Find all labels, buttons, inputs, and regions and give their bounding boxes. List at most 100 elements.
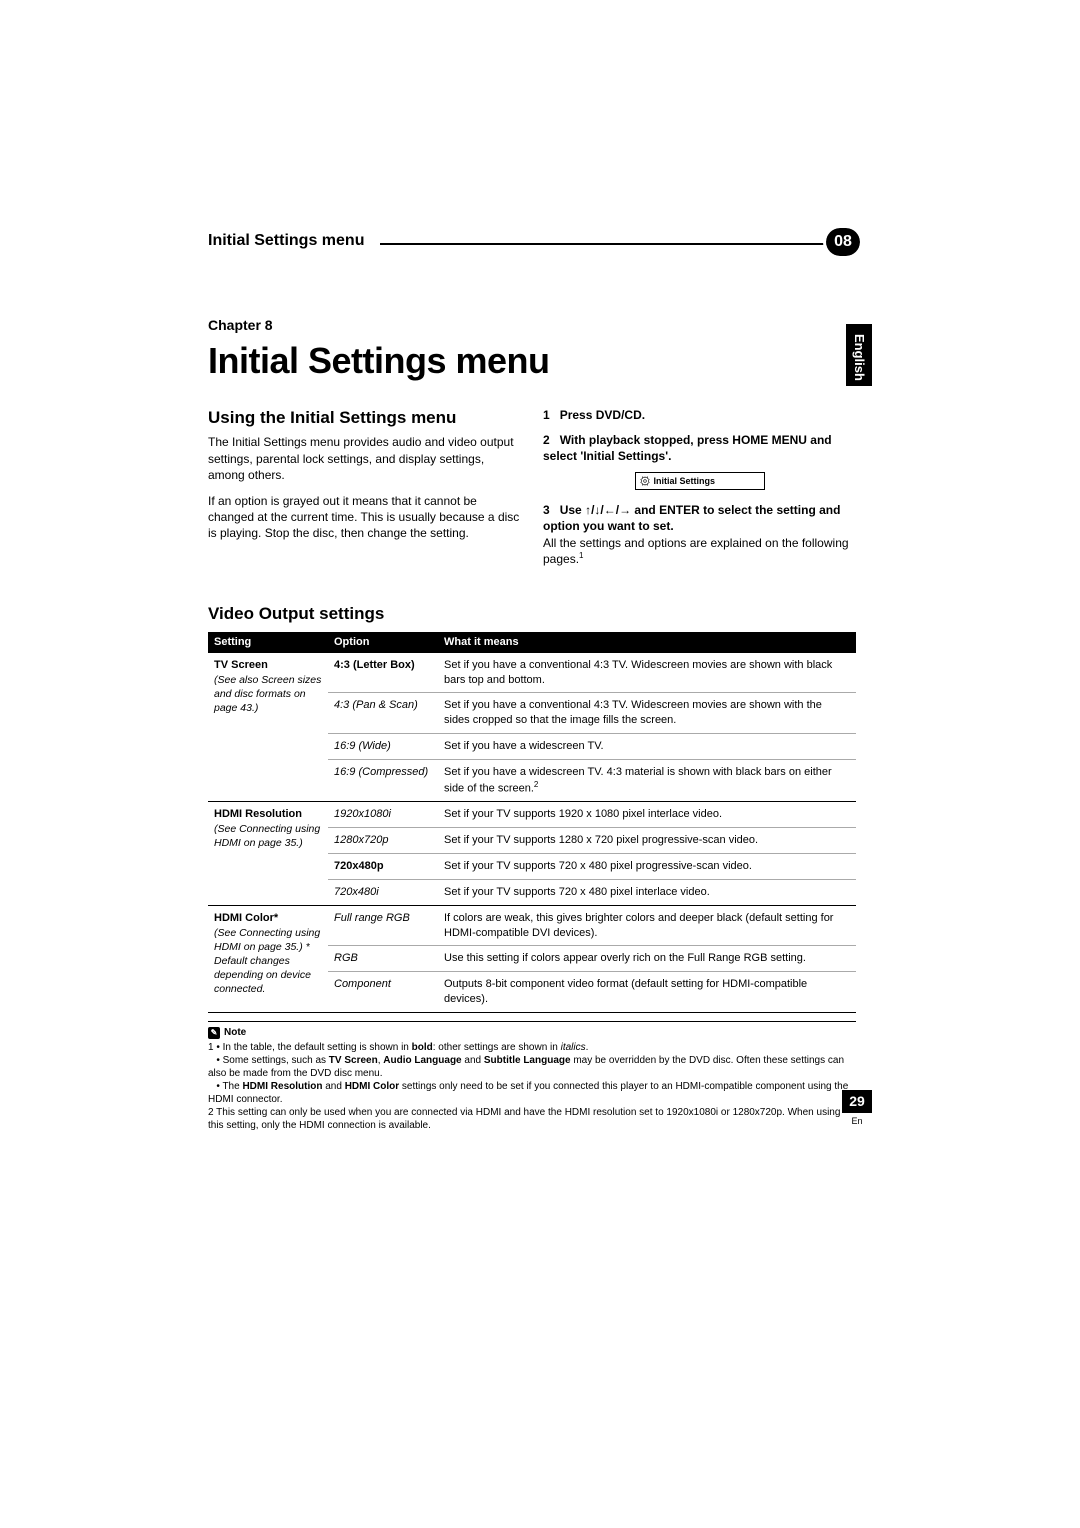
step-1-text: Press DVD/CD. xyxy=(560,408,645,422)
n1d: italics xyxy=(561,1042,586,1053)
setting-subnote: (See also Screen sizes and disc formats … xyxy=(214,673,322,716)
step-3-footref: 1 xyxy=(579,551,583,560)
setting-title: HDMI Color* xyxy=(214,912,278,924)
setting-subnote: (See Connecting using HDMI on page 35.) … xyxy=(214,926,322,997)
option-cell: 1280x720p xyxy=(328,828,438,854)
arrow-icons: ↑/↓/←/→ xyxy=(585,503,631,517)
n1c: : other settings are shown in xyxy=(433,1042,561,1053)
video-output-table: Setting Option What it means TV Screen (S… xyxy=(208,632,856,1013)
col-setting: Setting xyxy=(208,632,328,653)
page-locale: En xyxy=(842,1113,872,1127)
n1f: • Some settings, such as xyxy=(216,1055,328,1066)
setting-title: HDMI Resolution xyxy=(214,808,302,820)
meaning-cell: Set if your TV supports 1920 x 1080 pixe… xyxy=(438,802,856,828)
note-block: ✎ Note 1 • In the table, the default set… xyxy=(208,1021,856,1133)
step-2-text: With playback stopped, press HOME MENU a… xyxy=(543,433,832,463)
option-text: Full range RGB xyxy=(334,912,410,924)
meaning-cell: Set if you have a widescreen TV. 4:3 mat… xyxy=(438,759,856,801)
n1k: Subtitle Language xyxy=(484,1055,571,1066)
step-1: 1 Press DVD/CD. xyxy=(543,407,856,423)
step-1-num: 1 xyxy=(543,408,550,422)
option-text: 1280x720p xyxy=(334,834,388,846)
option-text: 4:3 (Letter Box) xyxy=(334,659,415,671)
setting-cell: HDMI Resolution (See Connecting using HDM… xyxy=(208,802,328,905)
osd-initial-settings-box: Initial Settings xyxy=(635,472,765,490)
option-cell: 720x480i xyxy=(328,879,438,905)
note-2: 2 This setting can only be used when you… xyxy=(208,1106,856,1132)
table-row: TV Screen(See also Screen sizes and disc… xyxy=(208,653,856,693)
option-cell: 16:9 (Wide) xyxy=(328,734,438,760)
n1a: 1 • In the table, the default setting is… xyxy=(208,1042,412,1053)
left-column: Using the Initial Settings menu The Init… xyxy=(208,407,521,574)
setting-title: TV Screen xyxy=(214,659,268,671)
step-3-num: 3 xyxy=(543,503,550,517)
gear-icon xyxy=(640,476,650,486)
meaning-cell: If colors are weak, this gives brighter … xyxy=(438,905,856,946)
col-meaning: What it means xyxy=(438,632,856,653)
option-cell: Full range RGB xyxy=(328,905,438,946)
footref: 2 xyxy=(534,780,538,789)
n1o: and xyxy=(322,1081,344,1092)
meaning-cell: Use this setting if colors appear overly… xyxy=(438,946,856,972)
option-text: Component xyxy=(334,978,391,990)
setting-subnote: (See Connecting using HDMI on page 35.) xyxy=(214,822,322,850)
option-text: 720x480p xyxy=(334,860,384,872)
option-text: 4:3 (Pan & Scan) xyxy=(334,699,418,711)
meaning-cell: Set if you have a widescreen TV. xyxy=(438,734,856,760)
chapter-title: Initial Settings menu xyxy=(208,337,856,386)
meaning-cell: Set if you have a conventional 4:3 TV. W… xyxy=(438,653,856,693)
step-3-a: Use xyxy=(560,503,585,517)
col-option: Option xyxy=(328,632,438,653)
meaning-cell: Set if you have a conventional 4:3 TV. W… xyxy=(438,693,856,734)
option-text: 1920x1080i xyxy=(334,808,391,820)
option-cell: Component xyxy=(328,972,438,1013)
note-1: 1 • In the table, the default setting is… xyxy=(208,1041,856,1106)
header-title: Initial Settings menu xyxy=(200,230,380,252)
step-2: 2 With playback stopped, press HOME MENU… xyxy=(543,432,856,464)
using-p1: The Initial Settings menu provides audio… xyxy=(208,434,521,483)
n1n: HDMI Resolution xyxy=(242,1081,322,1092)
chapter-label: Chapter 8 xyxy=(208,316,856,335)
note-icon: ✎ xyxy=(208,1027,220,1039)
meaning-cell: Set if your TV supports 720 x 480 pixel … xyxy=(438,853,856,879)
option-cell: 4:3 (Letter Box) xyxy=(328,653,438,693)
note-label-text: Note xyxy=(224,1026,246,1039)
option-cell: 720x480p xyxy=(328,853,438,879)
step-3: 3 Use ↑/↓/←/→ and ENTER to select the se… xyxy=(543,502,856,567)
using-heading: Using the Initial Settings menu xyxy=(208,407,521,430)
option-text: 720x480i xyxy=(334,886,379,898)
n1p: HDMI Color xyxy=(345,1081,399,1092)
meaning-cell: Set if your TV supports 1280 x 720 pixel… xyxy=(438,828,856,854)
n1j: and xyxy=(462,1055,484,1066)
option-cell: RGB xyxy=(328,946,438,972)
meaning-cell: Set if your TV supports 720 x 480 pixel … xyxy=(438,879,856,905)
step-3-desc: All the settings and options are explain… xyxy=(543,536,849,566)
video-output-heading: Video Output settings xyxy=(208,603,856,626)
page-number: 29 xyxy=(842,1090,872,1113)
option-text: 16:9 (Compressed) xyxy=(334,766,428,778)
chapter-number-badge: 08 xyxy=(826,228,860,256)
n1i: Audio Language xyxy=(383,1055,461,1066)
step-2-num: 2 xyxy=(543,433,550,447)
page-number-box: 29 En xyxy=(842,1090,872,1127)
osd-label: Initial Settings xyxy=(654,475,716,487)
table-header-row: Setting Option What it means xyxy=(208,632,856,653)
n1e: . xyxy=(586,1042,589,1053)
setting-cell: HDMI Color* (See Connecting using HDMI on… xyxy=(208,905,328,1012)
n1g: TV Screen xyxy=(329,1055,378,1066)
table-row: HDMI Color*(See Connecting using HDMI on… xyxy=(208,905,856,946)
option-text: 16:9 (Wide) xyxy=(334,740,391,752)
option-text: RGB xyxy=(334,952,358,964)
option-cell: 16:9 (Compressed) xyxy=(328,759,438,801)
using-p2: If an option is grayed out it means that… xyxy=(208,493,521,542)
n1b: bold xyxy=(412,1042,433,1053)
option-cell: 4:3 (Pan & Scan) xyxy=(328,693,438,734)
table-row: HDMI Resolution(See Connecting using HDM… xyxy=(208,802,856,828)
option-cell: 1920x1080i xyxy=(328,802,438,828)
setting-cell: TV Screen (See also Screen sizes and disc… xyxy=(208,653,328,802)
note-label: ✎ Note xyxy=(208,1026,246,1039)
right-column: 1 Press DVD/CD. 2 With playback stopped,… xyxy=(543,407,856,574)
n1m: • The xyxy=(216,1081,242,1092)
meaning-cell: Outputs 8-bit component video format (de… xyxy=(438,972,856,1013)
header-band: Initial Settings menu 08 xyxy=(208,230,856,258)
